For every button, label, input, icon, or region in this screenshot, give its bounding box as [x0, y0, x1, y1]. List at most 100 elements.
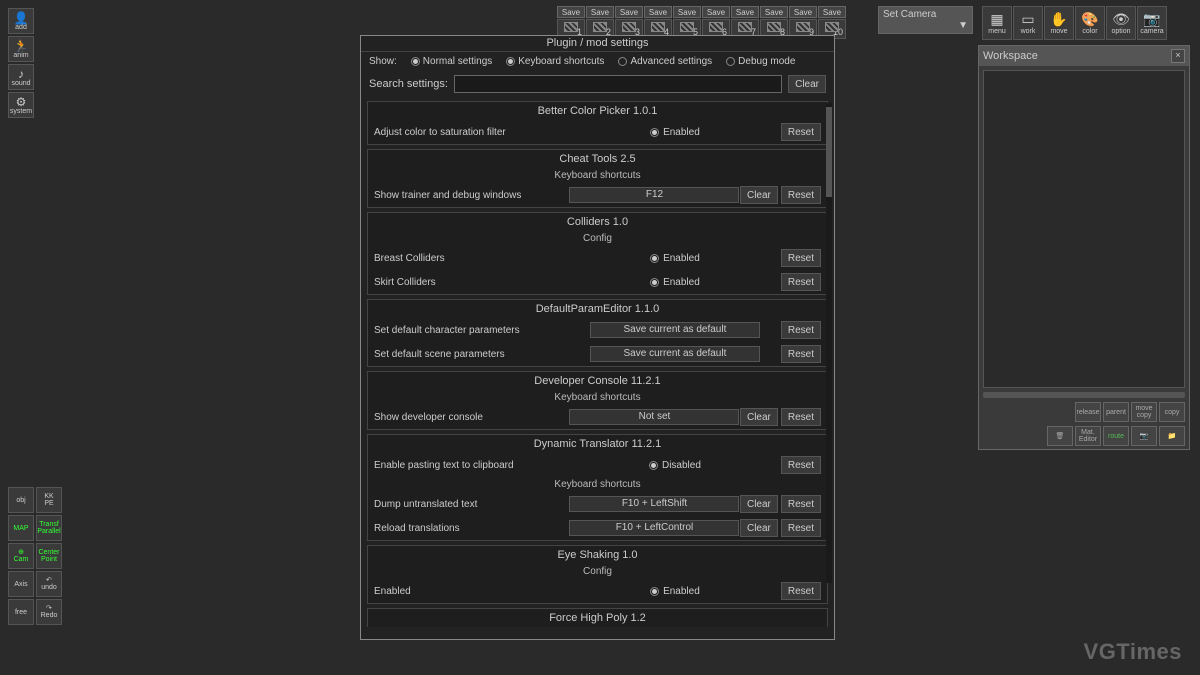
- mat-editor-tool[interactable]: Mat. Editor: [1075, 426, 1101, 446]
- save-button-5[interactable]: Save: [673, 6, 701, 18]
- system-tool-icon: ⚙: [16, 96, 27, 108]
- save-button-8[interactable]: Save: [760, 6, 788, 18]
- show-option-1[interactable]: Keyboard shortcuts: [506, 56, 604, 67]
- watermark: VGTimes: [1084, 639, 1182, 665]
- clear-button[interactable]: Clear: [740, 408, 778, 426]
- transf-parallel-btn[interactable]: Transf Parallel: [36, 515, 62, 541]
- workspace-titlebar: Workspace ×: [979, 46, 1189, 66]
- search-clear-button[interactable]: Clear: [788, 75, 826, 93]
- setting-value[interactable]: F10 + LeftControl: [569, 520, 739, 536]
- redo-btn[interactable]: ↷ Redo: [36, 599, 62, 625]
- save-button-9[interactable]: Save: [789, 6, 817, 18]
- trash-tool[interactable]: 🗑: [1047, 426, 1073, 446]
- clear-button[interactable]: Clear: [740, 495, 778, 513]
- reset-button[interactable]: Reset: [781, 186, 821, 204]
- save-button-3[interactable]: Save: [615, 6, 643, 18]
- section-subtitle: Keyboard shortcuts: [368, 477, 827, 492]
- search-label: Search settings:: [369, 78, 448, 90]
- add-tool[interactable]: 👤add: [8, 8, 34, 34]
- reset-button[interactable]: Reset: [781, 495, 821, 513]
- save-button-4[interactable]: Save: [644, 6, 672, 18]
- reset-button[interactable]: Reset: [781, 519, 821, 537]
- undo-btn[interactable]: ↶ undo: [36, 571, 62, 597]
- color-btn[interactable]: 🎨color: [1075, 6, 1105, 40]
- anim-tool[interactable]: 🏃anim: [8, 36, 34, 62]
- clapboard-icon: [622, 22, 636, 32]
- reset-button[interactable]: Reset: [781, 321, 821, 339]
- reset-button[interactable]: Reset: [781, 408, 821, 426]
- save-button-7[interactable]: Save: [731, 6, 759, 18]
- save-button-6[interactable]: Save: [702, 6, 730, 18]
- radio-icon: [650, 254, 659, 263]
- copy-tool[interactable]: copy: [1159, 402, 1185, 422]
- setting-label: Skirt Colliders: [374, 277, 569, 288]
- search-input[interactable]: [454, 75, 782, 93]
- camera-btn-icon: 📷: [1143, 11, 1160, 28]
- folder-tool[interactable]: 📁: [1159, 426, 1185, 446]
- release-tool[interactable]: release: [1075, 402, 1101, 422]
- clapboard-icon: [709, 22, 723, 32]
- cam-btn[interactable]: ⊕ Cam: [8, 543, 34, 569]
- save-button-1[interactable]: Save: [557, 6, 585, 18]
- anim-tool-icon: 🏃: [14, 40, 29, 52]
- setting-row: Enable pasting text to clipboardDisabled…: [368, 453, 827, 477]
- setting-value[interactable]: Save current as default: [590, 346, 760, 362]
- radio-icon: [726, 57, 735, 66]
- reset-button[interactable]: Reset: [781, 456, 821, 474]
- section-subtitle: Config: [368, 231, 827, 246]
- move-copy-tool[interactable]: move copy: [1131, 402, 1157, 422]
- workspace-close-button[interactable]: ×: [1171, 49, 1185, 63]
- free-btn[interactable]: free: [8, 599, 34, 625]
- save-button-2[interactable]: Save: [586, 6, 614, 18]
- clear-button[interactable]: Clear: [740, 519, 778, 537]
- sound-tool[interactable]: ♪sound: [8, 64, 34, 90]
- section-title: Cheat Tools 2.5: [368, 150, 827, 168]
- reset-button[interactable]: Reset: [781, 123, 821, 141]
- set-camera-dropdown[interactable]: Set Camera ▼: [878, 6, 973, 34]
- menu-btn[interactable]: ▦menu: [982, 6, 1012, 40]
- radio-icon: [650, 278, 659, 287]
- section-title: Force High Poly 1.2: [368, 609, 827, 627]
- show-option-2[interactable]: Advanced settings: [618, 56, 712, 67]
- section-subtitle: Config: [368, 564, 827, 579]
- reset-button[interactable]: Reset: [781, 273, 821, 291]
- menu-btn-icon: ▦: [990, 11, 1003, 28]
- setting-label: Adjust color to saturation filter: [374, 127, 569, 138]
- section-title: Developer Console 11.2.1: [368, 372, 827, 390]
- option-btn[interactable]: 👁option: [1106, 6, 1136, 40]
- axis-btn[interactable]: Axis: [8, 571, 34, 597]
- system-tool[interactable]: ⚙system: [8, 92, 34, 118]
- workspace-scrollbar[interactable]: [983, 392, 1185, 398]
- reset-button[interactable]: Reset: [781, 582, 821, 600]
- parent-tool[interactable]: parent: [1103, 402, 1129, 422]
- reset-button[interactable]: Reset: [781, 345, 821, 363]
- setting-value[interactable]: F12: [569, 187, 739, 203]
- clapboard-icon: [767, 22, 781, 32]
- work-btn[interactable]: ▭work: [1013, 6, 1043, 40]
- obj-btn[interactable]: obj: [8, 487, 34, 513]
- save-button-10[interactable]: Save: [818, 6, 846, 18]
- reset-button[interactable]: Reset: [781, 249, 821, 267]
- setting-row: Adjust color to saturation filterEnabled…: [368, 120, 827, 144]
- camera-ws-tool[interactable]: 📷: [1131, 426, 1157, 446]
- route-tool[interactable]: route: [1103, 426, 1129, 446]
- center-point-btn[interactable]: Center Point: [36, 543, 62, 569]
- camera-btn[interactable]: 📷camera: [1137, 6, 1167, 40]
- add-tool-icon: 👤: [14, 12, 29, 24]
- modal-scrollbar[interactable]: [826, 103, 832, 583]
- section-title: DefaultParamEditor 1.1.0: [368, 300, 827, 318]
- setting-value[interactable]: F10 + LeftShift: [569, 496, 739, 512]
- workspace-title-text: Workspace: [983, 50, 1038, 62]
- clear-button[interactable]: Clear: [740, 186, 778, 204]
- plugin-section: Force High Poly 1.2Settings: [367, 608, 828, 627]
- workspace-tree-area[interactable]: [983, 70, 1185, 388]
- scrollbar-thumb[interactable]: [826, 107, 832, 197]
- kkpe-btn[interactable]: KK PE: [36, 487, 62, 513]
- option-btn-icon: 👁: [1112, 11, 1130, 28]
- map-btn[interactable]: MAP: [8, 515, 34, 541]
- show-option-3[interactable]: Debug mode: [726, 56, 795, 67]
- setting-value[interactable]: Not set: [569, 409, 739, 425]
- show-option-0[interactable]: Normal settings: [411, 56, 492, 67]
- setting-value[interactable]: Save current as default: [590, 322, 760, 338]
- move-btn[interactable]: ✋move: [1044, 6, 1074, 40]
